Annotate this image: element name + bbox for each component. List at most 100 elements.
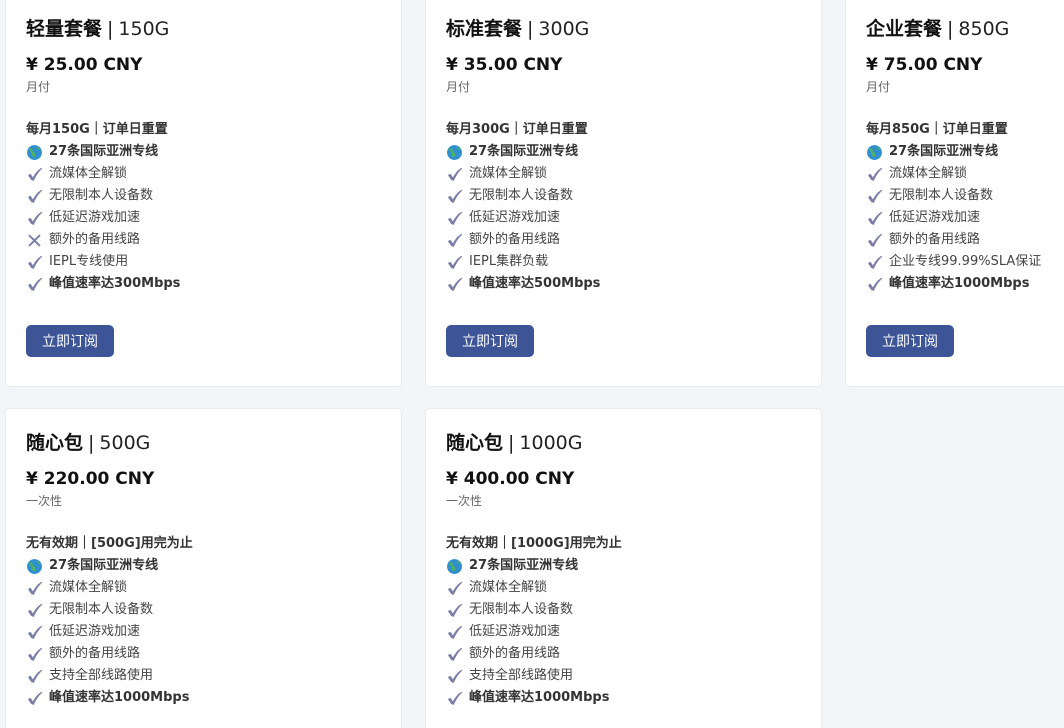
plan-title-separator: | xyxy=(88,432,95,454)
feature-item: 支持全部线路使用 xyxy=(26,665,381,687)
feature-text: 低延迟游戏加速 xyxy=(469,624,561,639)
feature-item: 27条国际亚洲专线 xyxy=(446,141,801,163)
plan-period: 一次性 xyxy=(446,494,483,508)
check-icon xyxy=(866,276,883,293)
check-icon xyxy=(446,646,463,663)
plan-period: 一次性 xyxy=(26,494,63,508)
check-icon xyxy=(866,210,883,227)
feature-item: 27条国际亚洲专线 xyxy=(446,555,801,577)
plan-size: 850G xyxy=(958,18,1010,40)
check-icon xyxy=(26,276,43,293)
feature-text: 峰值速率达300Mbps xyxy=(49,276,181,291)
feature-item: 27条国际亚洲专线 xyxy=(866,141,1064,163)
check-icon xyxy=(866,188,883,205)
feature-text: 流媒体全解锁 xyxy=(49,580,128,595)
feature-text: 流媒体全解锁 xyxy=(49,166,128,181)
subscribe-button[interactable]: 立即订阅 xyxy=(866,325,954,357)
check-icon xyxy=(446,690,463,707)
feature-list: 每月300G｜订单日重置 27条国际亚洲专线 流媒体全解锁 无限制本人设备数 低… xyxy=(446,119,801,295)
plan-period: 月付 xyxy=(446,80,471,94)
feature-list: 无有效期｜[1000G]用完为止 27条国际亚洲专线 流媒体全解锁 无限制本人设… xyxy=(446,533,801,709)
plan-title-separator: | xyxy=(107,18,114,40)
feature-item: 低延迟游戏加速 xyxy=(446,621,801,643)
cross-icon xyxy=(26,232,43,249)
feature-item: 额外的备用线路 xyxy=(446,643,801,665)
plans-page: 轻量套餐 | 150G ¥ 25.00 CNY 月付 每月150G｜订单日重置 27… xyxy=(0,0,1064,728)
feature-item: 无限制本人设备数 xyxy=(26,599,381,621)
feature-text: 无限制本人设备数 xyxy=(49,602,154,617)
plan-title-separator: | xyxy=(527,18,534,40)
plan-name: 标准套餐 xyxy=(446,18,523,40)
feature-text: 峰值速率达1000Mbps xyxy=(889,276,1030,291)
feature-text: 低延迟游戏加速 xyxy=(49,624,141,639)
feature-item: 峰值速率达1000Mbps xyxy=(446,687,801,709)
check-icon xyxy=(446,602,463,619)
check-icon xyxy=(446,580,463,597)
feature-text: 峰值速率达500Mbps xyxy=(469,276,601,291)
feature-text: 27条国际亚洲专线 xyxy=(49,144,159,159)
feature-item: 额外的备用线路 xyxy=(866,229,1064,251)
plan-title: 轻量套餐 | 150G xyxy=(26,15,381,43)
feature-text: 额外的备用线路 xyxy=(49,232,141,247)
feature-item: 额外的备用线路 xyxy=(446,229,801,251)
plan-price: ¥ 35.00 CNY xyxy=(446,55,563,75)
subscribe-button[interactable]: 立即订阅 xyxy=(26,325,114,357)
feature-item: 低延迟游戏加速 xyxy=(26,207,381,229)
plan-size: 300G xyxy=(538,18,590,40)
plan-name: 随心包 xyxy=(446,432,504,454)
feature-item: 峰值速率达1000Mbps xyxy=(866,273,1064,295)
subscribe-button[interactable]: 立即订阅 xyxy=(446,325,534,357)
plan-period: 月付 xyxy=(866,80,891,94)
feature-text: 额外的备用线路 xyxy=(889,232,981,247)
check-icon xyxy=(26,624,43,641)
feature-text: 额外的备用线路 xyxy=(469,646,561,661)
plan-name: 轻量套餐 xyxy=(26,18,103,40)
feature-text: IEPL专线使用 xyxy=(49,254,129,269)
feature-text: 额外的备用线路 xyxy=(469,232,561,247)
feature-item: 27条国际亚洲专线 xyxy=(26,555,381,577)
feature-text: 支持全部线路使用 xyxy=(469,668,574,683)
feature-item: 支持全部线路使用 xyxy=(446,665,801,687)
feature-text: 低延迟游戏加速 xyxy=(889,210,981,225)
globe-icon xyxy=(26,144,43,161)
check-icon xyxy=(26,646,43,663)
plan-price: ¥ 220.00 CNY xyxy=(26,469,155,489)
check-icon xyxy=(866,166,883,183)
feature-item: 流媒体全解锁 xyxy=(446,577,801,599)
check-icon xyxy=(866,232,883,249)
feature-text: 峰值速率达1000Mbps xyxy=(49,690,190,705)
feature-item: IEPL专线使用 xyxy=(26,251,381,273)
plan-headline: 每月300G｜订单日重置 xyxy=(446,122,588,137)
plan-price: ¥ 400.00 CNY xyxy=(446,469,575,489)
plan-size: 500G xyxy=(99,432,151,454)
check-icon xyxy=(446,276,463,293)
check-icon xyxy=(26,210,43,227)
feature-item: 无限制本人设备数 xyxy=(866,185,1064,207)
plan-title: 企业套餐 | 850G xyxy=(866,15,1064,43)
check-icon xyxy=(446,624,463,641)
plan-card: 随心包 | 500G ¥ 220.00 CNY 一次性 无有效期｜[500G]用完为… xyxy=(5,408,402,728)
feature-item: 低延迟游戏加速 xyxy=(866,207,1064,229)
plan-period: 月付 xyxy=(26,80,51,94)
feature-list: 无有效期｜[500G]用完为止 27条国际亚洲专线 流媒体全解锁 无限制本人设备… xyxy=(26,533,381,709)
feature-text: 额外的备用线路 xyxy=(49,646,141,661)
check-icon xyxy=(26,690,43,707)
check-icon xyxy=(26,580,43,597)
plan-headline: 无有效期｜[1000G]用完为止 xyxy=(446,536,622,551)
feature-text: 无限制本人设备数 xyxy=(469,188,574,203)
check-icon xyxy=(26,602,43,619)
plan-headline: 每月850G｜订单日重置 xyxy=(866,122,1008,137)
feature-text: 流媒体全解锁 xyxy=(469,580,548,595)
feature-item: 流媒体全解锁 xyxy=(26,163,381,185)
feature-text: 低延迟游戏加速 xyxy=(469,210,561,225)
feature-item: 低延迟游戏加速 xyxy=(446,207,801,229)
feature-text: 27条国际亚洲专线 xyxy=(49,558,159,573)
feature-item: 流媒体全解锁 xyxy=(866,163,1064,185)
feature-text: 27条国际亚洲专线 xyxy=(469,144,579,159)
check-icon xyxy=(446,232,463,249)
feature-text: 无限制本人设备数 xyxy=(889,188,994,203)
feature-item: 企业专线99.99%SLA保证 xyxy=(866,251,1064,273)
feature-item: IEPL集群负载 xyxy=(446,251,801,273)
feature-text: IEPL集群负载 xyxy=(469,254,549,269)
check-icon xyxy=(446,254,463,271)
